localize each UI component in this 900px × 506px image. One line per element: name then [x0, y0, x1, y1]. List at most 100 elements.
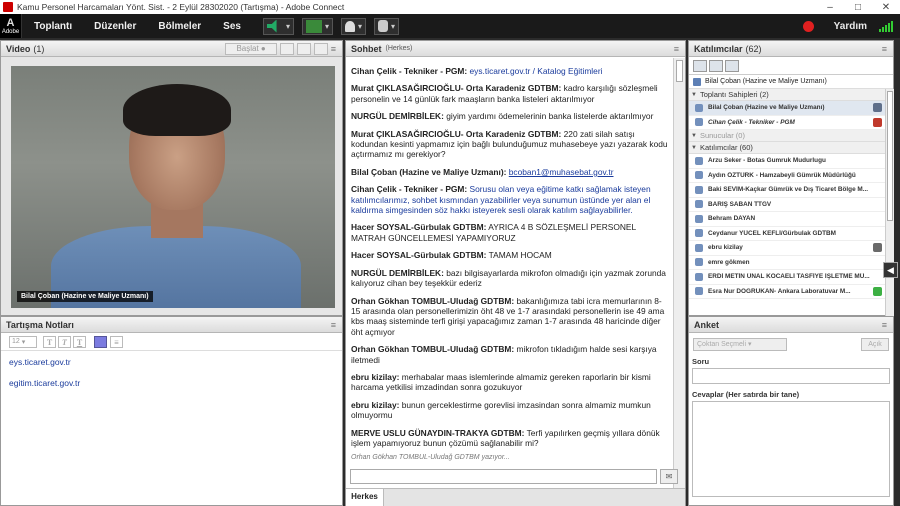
attendee-name: Cihan Çelik - Tekniker - PGM — [708, 118, 795, 126]
chat-message-text[interactable]: bcoban1@muhasebat.gov.tr — [509, 167, 614, 177]
chevron-down-icon: ▼ — [691, 132, 697, 139]
speaker-icon — [266, 19, 277, 33]
user-icon — [695, 258, 703, 267]
attendee-row[interactable]: Bilal Çoban (Hazine ve Maliye Uzmanı) — [689, 101, 885, 116]
grid-view-icon[interactable] — [709, 59, 723, 72]
attendee-row[interactable]: ebru kizilay — [689, 241, 885, 256]
chat-pod: Sohbet (Herkes) ≡ Cihan Çelik - Tekniker… — [345, 40, 686, 506]
attendee-status-icon — [873, 286, 882, 296]
poll-pod: Anket ≡ Çoktan Seçmeli ▾ Açık Soru Cevap… — [688, 316, 894, 506]
typing-indicator: Orhan Gökhan TOMBUL-Uludağ GDTBM yazıyor… — [351, 454, 510, 461]
record-indicator-icon[interactable] — [802, 20, 814, 32]
collapse-side-panel-icon[interactable]: ◀ — [883, 262, 898, 278]
underline-icon[interactable]: T — [73, 335, 86, 348]
send-message-icon[interactable]: ✉ — [660, 469, 678, 484]
pod-menu-icon[interactable]: ≡ — [882, 320, 888, 330]
pod-menu-icon[interactable]: ≡ — [882, 44, 888, 54]
poll-toolbar: Çoktan Seçmeli ▾ Açık — [689, 333, 893, 355]
attendee-name: BARIŞ SABAN TTGV — [708, 200, 772, 208]
attendee-group-header[interactable]: ▼ Toplantı Sahipleri (2) — [689, 89, 885, 101]
notes-body[interactable]: eys.ticaret.gov.tr egitim.ticaret.gov.tr — [1, 351, 342, 405]
attendee-status-icon — [873, 117, 882, 127]
user-icon — [695, 229, 703, 238]
attendees-pod-title: Katılımcılar — [694, 43, 743, 54]
poll-type-select[interactable]: Çoktan Seçmeli ▾ — [693, 337, 787, 351]
chat-message: Orhan Gökhan TOMBUL-Uludağ GDTBM: mikrof… — [351, 344, 668, 365]
bullet-list-icon[interactable]: ≡ — [110, 335, 123, 348]
tab-everyone[interactable]: Herkes — [346, 489, 384, 506]
attendee-group-header[interactable]: ▼ Sunucular (0) — [689, 130, 885, 142]
pod-menu-icon[interactable]: ≡ — [331, 320, 337, 330]
answers-input[interactable] — [692, 401, 890, 497]
chat-message-sender: Cihan Çelik - Tekniker - PGM: — [351, 184, 468, 195]
attendee-status-icon — [873, 103, 882, 113]
pod-menu-icon[interactable]: ≡ — [331, 44, 337, 54]
chat-message-sender: Murat ÇIKLASAĞIRCIOĞLU- Orta Karadeniz G… — [351, 128, 562, 139]
menu-meeting[interactable]: Toplantı — [34, 21, 72, 32]
camera-toggle[interactable]: ▾ — [341, 17, 367, 35]
pod-menu-icon[interactable]: ≡ — [674, 44, 680, 54]
user-icon — [695, 287, 703, 296]
list-view-icon[interactable] — [693, 59, 707, 72]
chat-message: Murat ÇIKLASAĞIRCIOĞLU- Orta Karadeniz G… — [351, 83, 668, 104]
user-icon — [695, 214, 703, 223]
attendee-row[interactable]: BARIŞ SABAN TTGV — [689, 198, 885, 212]
chat-input[interactable] — [350, 469, 657, 484]
chat-message: Bilal Çoban (Hazine ve Maliye Uzmanı): b… — [351, 167, 668, 177]
attendees-pod: Katılımcılar (62) ≡ Bilal Çoban (Hazine … — [688, 40, 894, 316]
menu-audio[interactable]: Ses — [223, 21, 241, 32]
menubar: A Adobe Toplantı Düzenler Bölmeler Ses ▾ … — [0, 14, 900, 38]
attendee-row[interactable]: Cihan Çelik - Tekniker - PGM — [689, 116, 885, 130]
adobe-logo: A Adobe — [0, 14, 22, 38]
chat-message-text: eys.ticaret.gov.tr / Katalog Eğitimleri — [469, 66, 603, 76]
close-icon[interactable]: ✕ — [872, 2, 900, 13]
raise-hand-toggle[interactable]: ▾ — [374, 17, 400, 35]
current-user-row[interactable]: Bilal Çoban (Hazine ve Maliye Uzmanı) — [689, 75, 893, 89]
attendee-row[interactable]: Behram DAYAN — [689, 212, 885, 227]
open-poll-button[interactable]: Açık — [861, 337, 889, 351]
poll-pod-title: Anket — [694, 319, 720, 330]
attendee-row[interactable]: Arzu Seker - Botas Gumruk Mudurlugu — [689, 154, 885, 169]
video-grid-icon[interactable] — [296, 42, 311, 55]
video-pod-header: Video (1) Başlat ● ≡ — [1, 41, 342, 57]
notes-toolbar: 12 ▾ T T T ≡ — [1, 333, 342, 351]
menu-layouts[interactable]: Düzenler — [94, 21, 136, 32]
chat-message: ebru kizilay: bunun gerceklestirme gorev… — [351, 400, 668, 421]
microphone-toggle[interactable]: ▾ — [301, 17, 333, 35]
chat-message: Orhan Gökhan TOMBUL-Uludağ GDTBM: bakanl… — [351, 296, 668, 338]
chevron-down-icon: ▼ — [691, 144, 697, 151]
text-color-swatch[interactable] — [94, 335, 107, 348]
italic-icon[interactable]: T — [58, 335, 71, 348]
attendee-group-header[interactable]: ▼ Katılımcılar (60) — [689, 142, 885, 154]
chat-messages: Cihan Çelik - Tekniker - PGM: eys.ticare… — [346, 58, 673, 467]
menu-pods[interactable]: Bölmeler — [158, 21, 201, 32]
video-option-icon[interactable] — [279, 42, 294, 55]
bold-icon[interactable]: T — [43, 335, 56, 348]
user-icon — [695, 156, 703, 165]
webcam-feed: Bilal Çoban (Hazine ve Maliye Uzmanı) — [11, 66, 335, 308]
current-user-name: Bilal Çoban (Hazine ve Maliye Uzmanı) — [705, 78, 827, 85]
question-input[interactable] — [692, 368, 890, 384]
fullscreen-icon[interactable] — [313, 42, 328, 55]
attendee-options-icon[interactable] — [725, 59, 739, 72]
chat-message-sender: Bilal Çoban (Hazine ve Maliye Uzmanı): — [351, 166, 507, 177]
chat-scrollbar[interactable] — [673, 58, 685, 505]
speaker-toggle[interactable]: ▾ — [262, 17, 294, 35]
attendee-group-label: Sunucular (0) — [699, 131, 745, 140]
chat-message: Hacer SOYSAL-Gürbulak GDTBM: AYRICA 4 B … — [351, 222, 668, 243]
attendee-row[interactable]: emre gökmen — [689, 256, 885, 270]
font-size-select[interactable]: 12 ▾ — [9, 335, 37, 348]
minimize-icon[interactable]: – — [816, 2, 844, 13]
attendee-row[interactable]: Aydın ÖZTÜRK - Hamzabeyli Gümrük Müdürlü… — [689, 169, 885, 183]
attendee-scrollbar[interactable] — [885, 89, 894, 316]
maximize-icon[interactable]: □ — [844, 2, 872, 13]
attendee-row[interactable]: Ceydanur YÜCEL KEFLİ/Gürbulak GDTBM — [689, 227, 885, 241]
user-icon — [695, 243, 703, 252]
chat-message-sender: Murat ÇIKLASAĞIRCIOĞLU- Orta Karadeniz G… — [351, 83, 562, 94]
start-webcam-button[interactable]: Başlat ● — [225, 42, 277, 55]
chat-message: Hacer SOYSAL-Gürbulak GDTBM: TAMAM HOCAM — [351, 250, 668, 260]
attendee-row[interactable]: ERDİ METİN ÜNAL KOCAELİ TASFİYE İŞLETME … — [689, 270, 885, 285]
attendee-row[interactable]: Esra Nur DOĞRUKAN- Ankara Laboratuvar M.… — [689, 285, 885, 299]
attendee-row[interactable]: Baki SEVİM-Kaçkar Gümrük ve Dış Ticaret … — [689, 183, 885, 198]
help-menu[interactable]: Yardım — [834, 21, 867, 32]
